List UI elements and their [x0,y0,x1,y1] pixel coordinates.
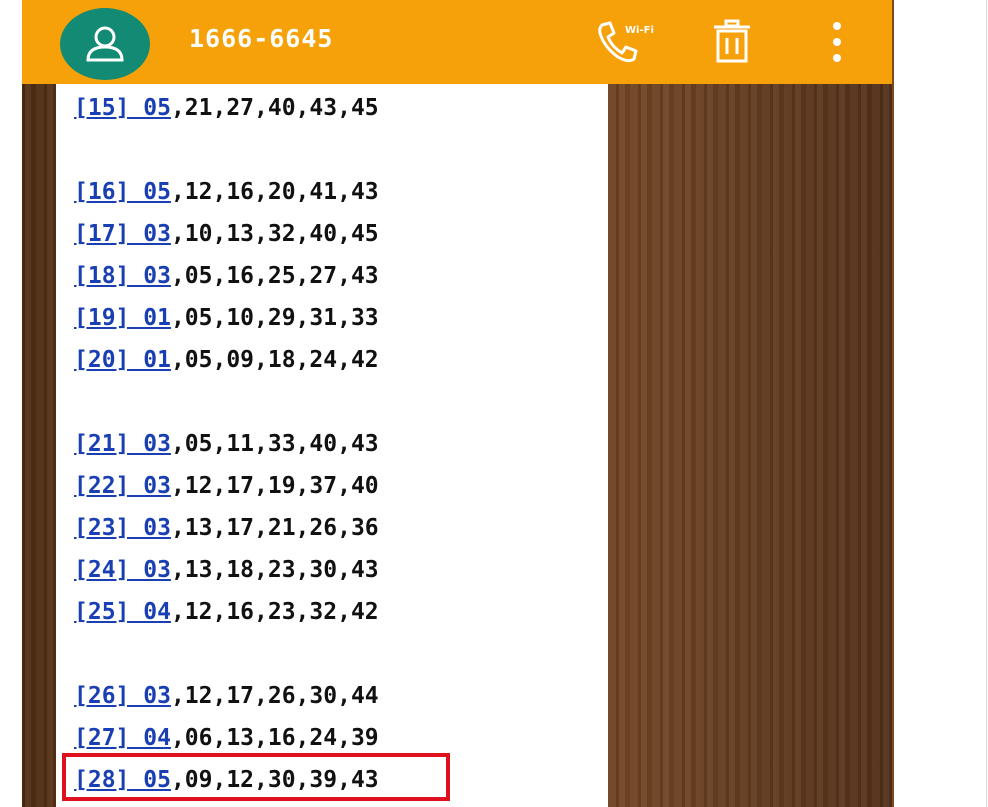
page-divider [986,0,987,807]
entry-link[interactable]: [17] 03 [74,221,171,247]
entry-numbers: ,12,16,23,32,42 [170,599,379,625]
list-item: [17] 03,10,13,32,40,45 [74,218,379,250]
entry-link[interactable]: [16] 05 [74,179,171,205]
entry-link[interactable]: [25] 04 [74,599,171,625]
list-item: [22] 03,12,17,19,37,40 [74,470,379,502]
entry-numbers: ,06,13,16,24,39 [170,725,379,751]
app-bar: 1666-6645 Wi-Fi [22,0,892,85]
list-item: [15] 05,21,27,40,43,45 [74,92,379,124]
entry-link[interactable]: [26] 03 [74,683,171,709]
trash-icon [714,19,750,63]
entry-link[interactable]: [15] 05 [74,95,171,121]
more-options-button[interactable] [820,14,854,70]
message-panel: [15] 05,21,27,40,43,45 [16] 05,12,16,20,… [56,84,608,807]
entry-numbers: ,10,13,32,40,45 [170,221,379,247]
delete-button[interactable] [702,14,762,70]
wifi-call-icon: Wi-Fi [598,21,654,63]
entry-link[interactable]: [18] 03 [74,263,171,289]
list-item: [23] 03,13,17,21,26,36 [74,512,379,544]
person-icon [86,26,124,62]
call-badge-text: Wi-Fi [625,25,654,36]
entry-link[interactable]: [22] 03 [74,473,171,499]
more-vert-icon [833,22,841,62]
list-item: [18] 03,05,16,25,27,43 [74,260,379,292]
list-item: [24] 03,13,18,23,30,43 [74,554,379,586]
entry-link[interactable]: [21] 03 [74,431,171,457]
entry-link[interactable]: [19] 01 [74,305,171,331]
entry-numbers: ,21,27,40,43,45 [170,95,379,121]
contact-number: 1666-6645 [189,24,334,53]
list-item: [16] 05,12,16,20,41,43 [74,176,379,208]
entry-link[interactable]: [23] 03 [74,515,171,541]
contact-avatar[interactable] [60,8,150,80]
wifi-call-button[interactable]: Wi-Fi [590,14,660,70]
list-item: [27] 04,06,13,16,24,39 [74,722,379,754]
entry-numbers: ,05,09,18,24,42 [170,347,379,373]
entry-numbers: ,12,16,20,41,43 [170,179,379,205]
entry-numbers: ,13,18,23,30,43 [170,557,379,583]
entry-numbers: ,05,11,33,40,43 [170,431,379,457]
entry-link[interactable]: [27] 04 [74,725,171,751]
entry-link[interactable]: [20] 01 [74,347,171,373]
entry-numbers: ,12,17,19,37,40 [170,473,379,499]
entry-numbers: ,05,16,25,27,43 [170,263,379,289]
list-item: [21] 03,05,11,33,40,43 [74,428,379,460]
phone-screen: 1666-6645 Wi-Fi [15] 05,21,27,40,43,45 [… [22,0,894,807]
entry-link[interactable]: [24] 03 [74,557,171,583]
entry-numbers: ,05,10,29,31,33 [170,305,379,331]
list-item: [25] 04,12,16,23,32,42 [74,596,379,628]
list-item: [26] 03,12,17,26,30,44 [74,680,379,712]
list-item: [20] 01,05,09,18,24,42 [74,344,379,376]
entry-numbers: ,12,17,26,30,44 [170,683,379,709]
highlight-box [62,753,450,801]
entry-numbers: ,13,17,21,26,36 [170,515,379,541]
list-item: [19] 01,05,10,29,31,33 [74,302,379,334]
screen-edge [892,0,894,807]
